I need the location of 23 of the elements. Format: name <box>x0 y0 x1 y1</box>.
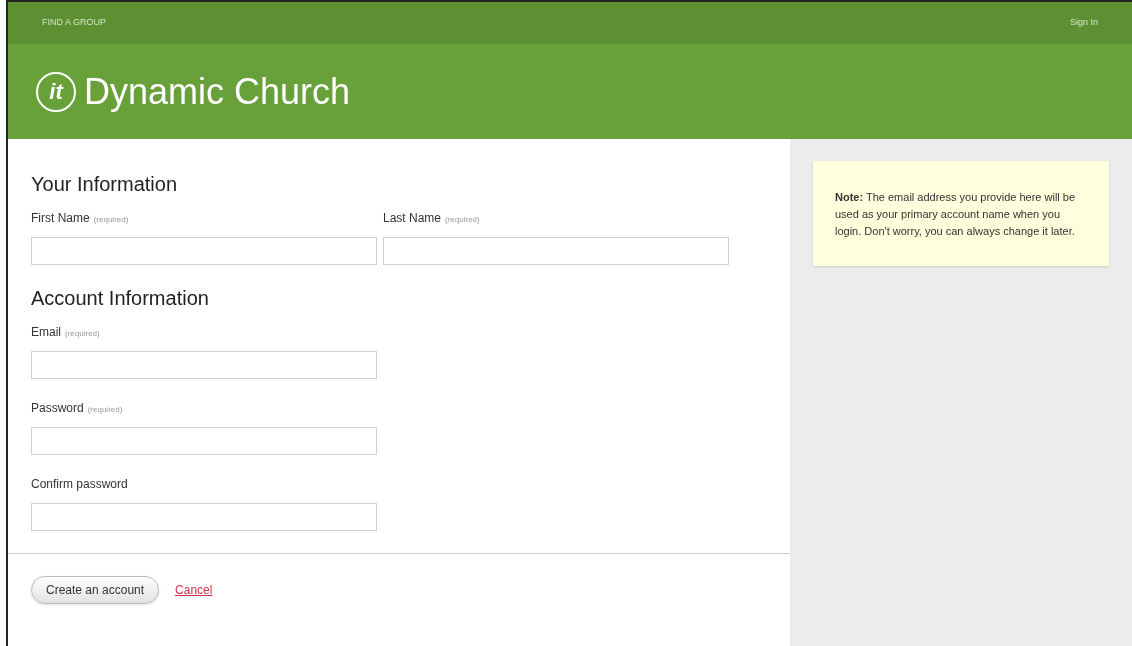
required-hint: (required) <box>445 214 480 226</box>
required-hint: (required) <box>65 328 100 340</box>
text-field[interactable] <box>383 237 729 265</box>
field-label: Last Name <box>383 210 442 227</box>
section-heading: Your Information <box>31 172 178 197</box>
text-field[interactable] <box>31 427 377 455</box>
note-text: Note: The email address you provide here will be used as your primary account name when you login. Don't worry, you can always change it later. <box>835 190 1077 239</box>
find-group-link[interactable]: FIND A GROUP <box>42 16 106 30</box>
required-hint: (required) <box>93 214 129 226</box>
text-field[interactable] <box>31 503 377 531</box>
field-label: Email <box>31 324 61 341</box>
required-hint: (required) <box>87 404 123 416</box>
create-account-button[interactable]: Create an account <box>31 576 160 604</box>
text-field[interactable] <box>31 351 377 379</box>
section-heading: Account Information <box>31 286 210 311</box>
field-label: Password <box>31 400 84 417</box>
cancel-link[interactable]: Cancel <box>175 581 213 599</box>
field-label: Confirm password <box>31 476 128 493</box>
text-field[interactable] <box>31 237 377 265</box>
sign-in-link[interactable]: Sign In <box>1069 16 1098 30</box>
field-label: First Name <box>31 210 90 227</box>
site-name: Dynamic Church <box>84 73 351 110</box>
logo-icon: it <box>36 71 76 112</box>
